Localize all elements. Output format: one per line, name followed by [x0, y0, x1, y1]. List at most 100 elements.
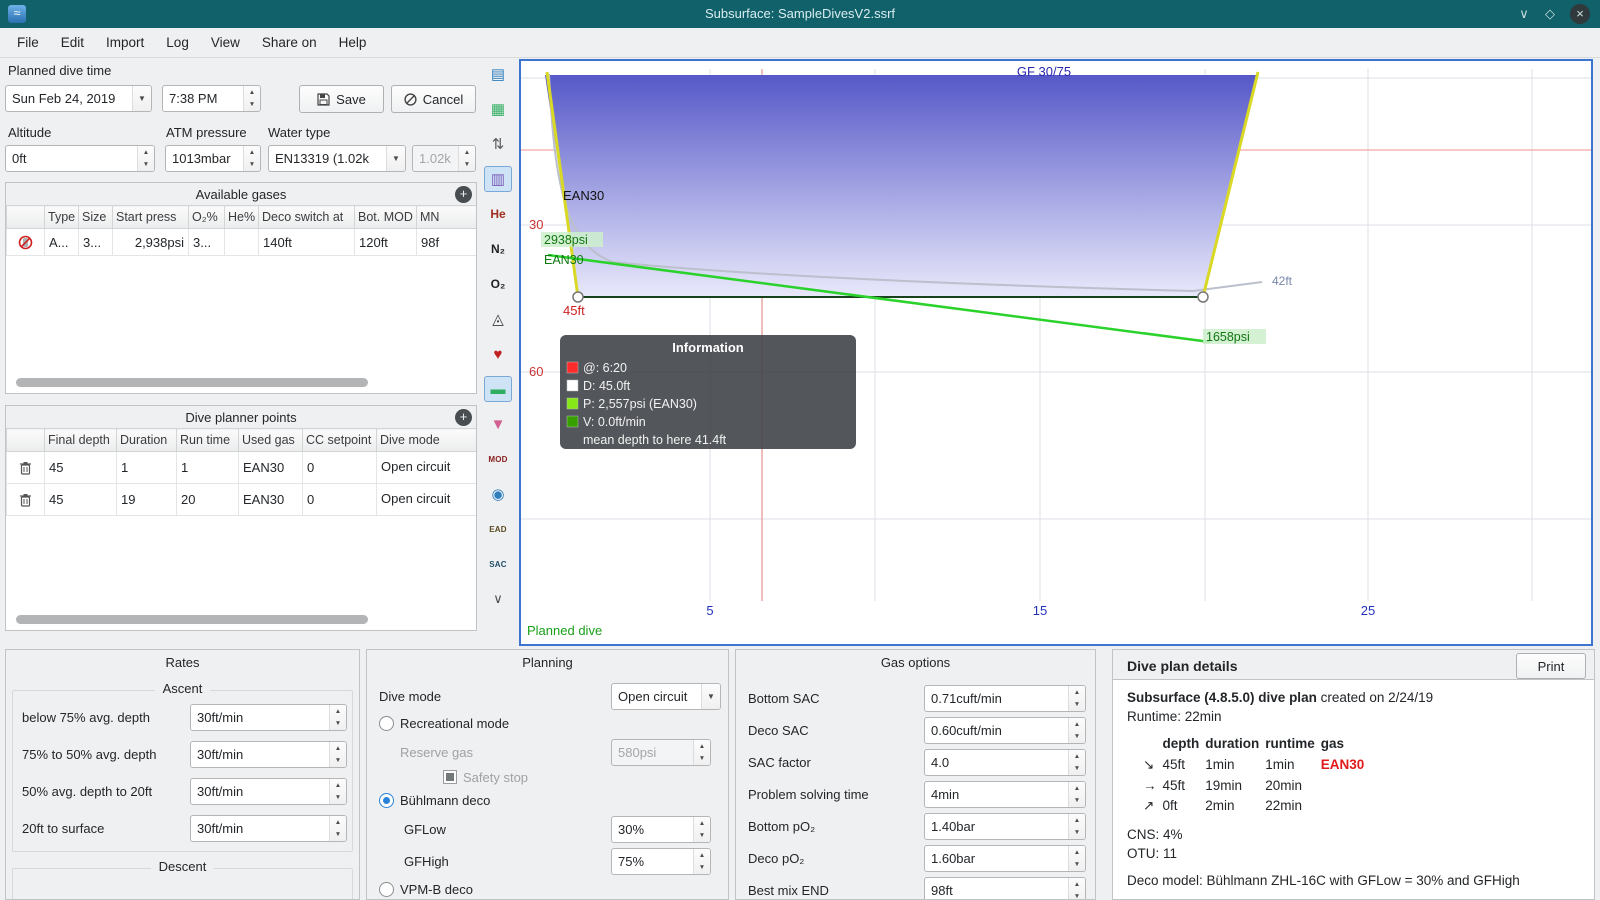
spinner-arrows[interactable] [1068, 718, 1085, 743]
col-size[interactable]: Size [78, 205, 113, 229]
atm-pressure-label: ATM pressure [166, 125, 247, 140]
gflow-field[interactable]: 30% [611, 816, 711, 843]
atm-pressure-field[interactable]: 1013mbar [165, 145, 261, 172]
recreational-mode-radio[interactable] [379, 716, 394, 731]
scroll-down-icon[interactable]: ∨ [484, 586, 512, 612]
spinner-arrows[interactable] [243, 86, 260, 111]
menu-view[interactable]: View [200, 30, 251, 55]
save-button[interactable]: Save [299, 85, 384, 113]
sac-toggle[interactable]: SAC [484, 551, 512, 577]
menu-edit[interactable]: Edit [50, 30, 95, 55]
gases-hscrollbar[interactable] [16, 378, 368, 387]
spinner-arrows[interactable] [329, 705, 346, 730]
increments-icon[interactable]: ⇅ [484, 131, 512, 157]
dive-profile-chart[interactable]: GF 30/75 EAN30 2938psi EAN30 45ft 42ft 1… [519, 59, 1593, 646]
spinner-arrows[interactable] [1068, 686, 1085, 711]
col-deco-switch[interactable]: Deco switch at [258, 205, 355, 229]
chevron-down-icon[interactable] [701, 684, 720, 709]
water-type-select[interactable]: EN13319 (1.02k [268, 145, 406, 172]
spinner-arrows[interactable] [693, 849, 710, 874]
point-row[interactable]: 45 19 20 EAN30 0 Open circuit [6, 483, 476, 516]
print-button[interactable]: Print [1516, 653, 1586, 679]
add-point-button[interactable]: + [455, 409, 472, 426]
mod-toggle[interactable]: MOD [484, 446, 512, 472]
col-mnd[interactable]: MN [416, 205, 476, 229]
col-he[interactable]: He% [224, 205, 259, 229]
best-mix-end-field[interactable]: 98ft [924, 877, 1086, 899]
delete-point-icon[interactable] [19, 461, 32, 475]
col-run-time[interactable]: Run time [176, 428, 239, 452]
add-gas-button[interactable]: + [455, 186, 472, 203]
rate-field-1[interactable]: 30ft/min [190, 704, 347, 731]
col-cc-setpoint[interactable]: CC setpoint [302, 428, 377, 452]
point-row[interactable]: 45 1 1 EAN30 0 Open circuit [6, 451, 476, 484]
gfhigh-field[interactable]: 75% [611, 848, 711, 875]
spinner-arrows[interactable] [1068, 878, 1085, 899]
dc-ceiling-icon[interactable]: ▤ [484, 61, 512, 87]
menu-help[interactable]: Help [328, 30, 378, 55]
menu-import[interactable]: Import [95, 30, 155, 55]
minimize-icon[interactable]: ∨ [1514, 4, 1534, 24]
remove-gas-icon[interactable] [18, 235, 33, 250]
rate-field-2[interactable]: 30ft/min [190, 741, 347, 768]
deco-sac-label: Deco SAC [748, 723, 809, 738]
phe-toggle[interactable]: He [484, 201, 512, 227]
spinner-arrows[interactable] [693, 817, 710, 842]
rate-field-4[interactable]: 30ft/min [190, 815, 347, 842]
deco-po2-field[interactable]: 1.60bar [924, 845, 1086, 872]
diver-icon[interactable]: ◉ [484, 481, 512, 507]
col-duration[interactable]: Duration [116, 428, 177, 452]
spinner-arrows[interactable] [1068, 750, 1085, 775]
problem-solving-time-field[interactable]: 4min [924, 781, 1086, 808]
pn2-toggle[interactable]: N₂ [484, 236, 512, 262]
po2-toggle[interactable]: O₂ [484, 271, 512, 297]
spinner-arrows[interactable] [1068, 782, 1085, 807]
delete-point-icon[interactable] [19, 493, 32, 507]
col-used-gas[interactable]: Used gas [238, 428, 303, 452]
spinner-arrows[interactable] [329, 742, 346, 767]
col-bot-mod[interactable]: Bot. MOD [354, 205, 417, 229]
maximize-icon[interactable]: ◇ [1540, 4, 1560, 24]
chevron-down-icon[interactable] [132, 86, 151, 111]
profile-handle-left[interactable] [572, 291, 584, 303]
points-hscrollbar[interactable] [16, 615, 368, 624]
spinner-arrows[interactable] [1068, 846, 1085, 871]
tissues-icon[interactable]: ▥ [484, 166, 512, 192]
bottom-sac-field[interactable]: 0.71cuft/min [924, 685, 1086, 712]
ead-toggle[interactable]: EAD [484, 516, 512, 542]
gas-row[interactable]: A... 3... 2,938psi 3... 140ft 120ft 98f [6, 228, 476, 256]
altitude-field[interactable]: 0ft [5, 145, 155, 172]
spinner-arrows[interactable] [137, 146, 154, 171]
cancel-button[interactable]: Cancel [391, 85, 476, 113]
profile-handle-right[interactable] [1197, 291, 1209, 303]
rates-panel: Rates Ascent below 75% avg. depth 30ft/m… [5, 649, 360, 900]
col-type[interactable]: Type [44, 205, 79, 229]
gas-graph-icon[interactable]: ◬ [484, 306, 512, 332]
spinner-arrows[interactable] [329, 816, 346, 841]
close-icon[interactable]: × [1570, 4, 1590, 24]
calculated-ceiling-icon[interactable]: ▦ [484, 96, 512, 122]
heart-rate-icon[interactable]: ♥ [484, 341, 512, 367]
dive-mode-select[interactable]: Open circuit [611, 683, 721, 710]
spinner-arrows[interactable] [1068, 814, 1085, 839]
dive-date-select[interactable]: Sun Feb 24, 2019 [5, 85, 152, 112]
rate-field-3[interactable]: 30ft/min [190, 778, 347, 805]
dive-time-field[interactable]: 7:38 PM [162, 85, 261, 112]
col-o2[interactable]: O₂% [188, 205, 225, 229]
tank-bar-icon[interactable]: ▬ [484, 376, 512, 402]
col-dive-mode[interactable]: Dive mode [376, 428, 476, 452]
deco-sac-field[interactable]: 0.60cuft/min [924, 717, 1086, 744]
menu-log[interactable]: Log [155, 30, 200, 55]
col-final-depth[interactable]: Final depth [44, 428, 117, 452]
vpmb-deco-radio[interactable] [379, 882, 394, 897]
spinner-arrows[interactable] [329, 779, 346, 804]
chevron-down-icon[interactable] [386, 146, 405, 171]
bottom-po2-field[interactable]: 1.40bar [924, 813, 1086, 840]
spinner-arrows[interactable] [243, 146, 260, 171]
menu-share-on[interactable]: Share on [251, 30, 328, 55]
menu-file[interactable]: File [6, 30, 50, 55]
buhlmann-deco-radio[interactable] [379, 793, 394, 808]
gas-flask-icon[interactable]: ▼ [484, 411, 512, 437]
sac-factor-field[interactable]: 4.0 [924, 749, 1086, 776]
col-start-press[interactable]: Start press [112, 205, 189, 229]
